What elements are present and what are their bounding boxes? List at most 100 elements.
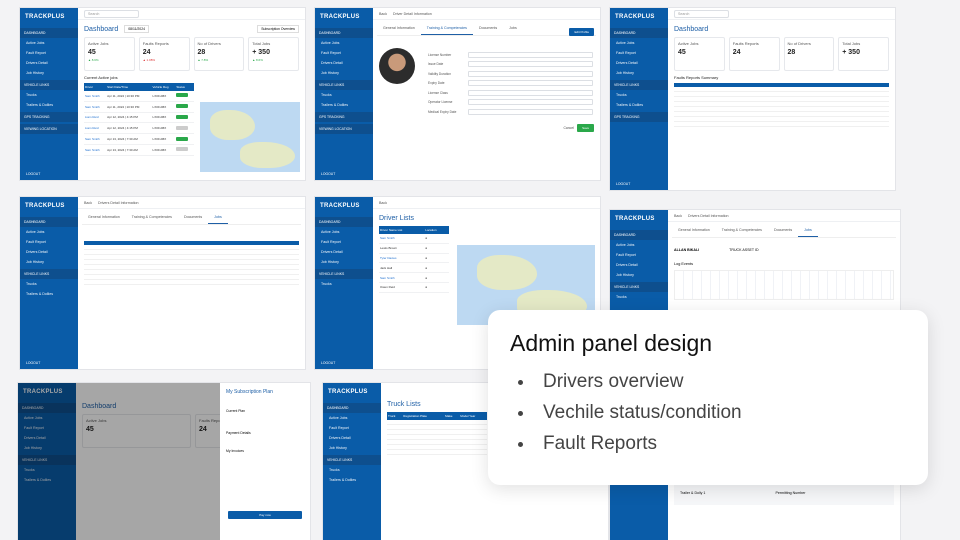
nav-fault-report[interactable]: Fault Report: [315, 48, 373, 58]
nav-fault-report[interactable]: Fault Report: [610, 250, 668, 260]
nav-fault-report[interactable]: Fault Report: [20, 48, 78, 58]
subscription-button[interactable]: Subscription Overview: [257, 24, 299, 33]
tab-training[interactable]: Training & Competencies: [126, 211, 178, 224]
nav-active-jobs[interactable]: Active Jobs: [315, 227, 373, 237]
pay-button[interactable]: Pay now: [228, 511, 302, 519]
nav-dashboard[interactable]: DASHBOARD: [610, 28, 668, 38]
cell[interactable]: Sam Smith: [84, 133, 107, 145]
nav-gps[interactable]: GPS TRACKING: [20, 112, 78, 122]
nav-job-history[interactable]: Job History: [610, 270, 668, 280]
back-link[interactable]: Back: [674, 214, 682, 218]
validity-field[interactable]: [468, 70, 593, 77]
cell[interactable]: Sam Smith: [379, 234, 425, 244]
nav-drivers-detail[interactable]: Drivers Detail: [315, 247, 373, 257]
nav-drivers-detail[interactable]: Drivers Detail: [20, 247, 78, 257]
cell[interactable]: Liam Reid: [84, 122, 107, 135]
table-row[interactable]: Tyler Davies ●: [379, 253, 449, 264]
cell[interactable]: Lewis Brown: [379, 243, 425, 254]
nav-trucks[interactable]: Trucks: [315, 279, 373, 289]
nav-trailers[interactable]: Trailers & Dollies: [20, 289, 78, 299]
table-row[interactable]: Jack Hall ●: [379, 262, 449, 274]
search-input[interactable]: Search: [674, 9, 729, 18]
nav-fault-report[interactable]: Fault Report: [323, 423, 381, 433]
nav-vehicle-links[interactable]: VEHICLE LINKS: [315, 80, 373, 90]
tab-general[interactable]: General Information: [377, 22, 421, 35]
nav-dashboard[interactable]: DASHBOARD: [315, 217, 373, 227]
cell[interactable]: Liam Reid: [84, 112, 107, 124]
nav-trailers[interactable]: Trailers & Dollies: [610, 100, 668, 110]
nav-gps[interactable]: GPS TRACKING: [315, 112, 373, 122]
cancel-button[interactable]: Cancel: [563, 126, 574, 130]
nav-trailers[interactable]: Trailers & Dollies: [323, 475, 381, 485]
nav-drivers-detail[interactable]: Drivers Detail: [323, 433, 381, 443]
logout-link[interactable]: LOGOUT: [616, 182, 630, 186]
logout-link[interactable]: LOGOUT: [321, 361, 335, 365]
table-row[interactable]: Lewis Brown ●: [379, 243, 449, 254]
nav-active-jobs[interactable]: Active Jobs: [315, 38, 373, 48]
nav-viewing-location[interactable]: VIEWING LOCATION: [20, 124, 78, 134]
nav-vehicle-links[interactable]: VEHICLE LINKS: [20, 80, 78, 90]
table-row[interactable]: Sam Smith ●: [379, 234, 449, 244]
nav-active-jobs[interactable]: Active Jobs: [20, 38, 78, 48]
nav-job-history[interactable]: Job History: [610, 68, 668, 78]
back-link[interactable]: Back: [84, 201, 92, 205]
nav-viewing-location[interactable]: VIEWING LOCATION: [315, 124, 373, 134]
nav-active-jobs[interactable]: Active Jobs: [610, 240, 668, 250]
nav-trucks[interactable]: Trucks: [610, 90, 668, 100]
table-row[interactable]: Liam Reid Apr 12, 2024 | 4:15 PM LX09 ABX: [84, 112, 194, 124]
medical-field[interactable]: [468, 108, 593, 115]
table-row[interactable]: Sam Smith Apr 13, 2024 | 7:30 AM LX09 ABX: [84, 133, 194, 145]
nav-trucks[interactable]: Trucks: [610, 292, 668, 302]
nav-trailers[interactable]: Trailers & Dollies: [315, 100, 373, 110]
cell[interactable]: Sam Smith: [84, 101, 107, 113]
nav-dashboard[interactable]: DASHBOARD: [610, 230, 668, 240]
back-link[interactable]: Back: [379, 12, 387, 16]
table-row[interactable]: Sam Smith Apr 13, 2024 | 7:30 AM LX09 ABX: [84, 144, 194, 156]
save-button[interactable]: Save: [577, 124, 594, 132]
table-row[interactable]: Liam Reid Apr 12, 2024 | 4:15 PM LX09 ABX: [84, 122, 194, 135]
nav-gps[interactable]: GPS TRACKING: [610, 112, 668, 122]
tab-documents[interactable]: Documents: [178, 211, 208, 224]
cell[interactable]: Tyler Davies: [379, 253, 425, 264]
tab-jobs[interactable]: Jobs: [798, 224, 818, 237]
nav-drivers-detail[interactable]: Drivers Detail: [315, 58, 373, 68]
nav-active-jobs[interactable]: Active Jobs: [20, 227, 78, 237]
search-input[interactable]: Search: [84, 9, 139, 18]
cell[interactable]: Sam Smith: [379, 272, 425, 283]
table-row[interactable]: Sam Smith Apr 11, 2024 | 10:30 PM LX09 ABX: [84, 91, 194, 102]
nav-job-history[interactable]: Job History: [315, 68, 373, 78]
nav-dashboard[interactable]: DASHBOARD: [323, 403, 381, 413]
logout-link[interactable]: LOGOUT: [26, 361, 40, 365]
logout-link[interactable]: LOGOUT: [26, 172, 40, 176]
expiry-field[interactable]: [468, 80, 593, 86]
nav-drivers-detail[interactable]: Drivers Detail: [610, 58, 668, 68]
table-row[interactable]: Sam Smith Apr 11, 2024 | 10:30 PM LX09 ABX: [84, 101, 194, 113]
date-picker[interactable]: 08/11/2024: [124, 24, 149, 33]
nav-trucks[interactable]: Trucks: [315, 90, 373, 100]
nav-trucks[interactable]: Trucks: [20, 90, 78, 100]
nav-fault-report[interactable]: Fault Report: [20, 237, 78, 247]
tab-documents[interactable]: Documents: [768, 224, 798, 237]
nav-dashboard[interactable]: DASHBOARD: [315, 28, 373, 38]
back-link[interactable]: Back: [379, 201, 387, 205]
operator-field[interactable]: [468, 99, 593, 105]
nav-job-history[interactable]: Job History: [315, 257, 373, 267]
nav-vehicle-links[interactable]: VEHICLE LINKS: [315, 269, 373, 279]
nav-drivers-detail[interactable]: Drivers Detail: [20, 58, 78, 68]
issue-date-field[interactable]: [468, 61, 593, 67]
nav-drivers-detail[interactable]: Drivers Detail: [610, 260, 668, 270]
nav-dashboard[interactable]: DASHBOARD: [20, 28, 78, 38]
nav-trailers[interactable]: Trailers & Dollies: [20, 100, 78, 110]
tab-jobs[interactable]: Jobs: [208, 211, 228, 224]
cell[interactable]: Jack Hall: [379, 262, 425, 274]
tab-training[interactable]: Training & Competencies: [716, 224, 768, 237]
nav-dashboard[interactable]: DASHBOARD: [20, 217, 78, 227]
class-field[interactable]: [468, 89, 593, 96]
nav-fault-report[interactable]: Fault Report: [610, 48, 668, 58]
cell[interactable]: Sam Smith: [84, 144, 107, 156]
nav-job-history[interactable]: Job History: [20, 257, 78, 267]
table-row[interactable]: Owen Reid ●: [379, 282, 449, 293]
table-row[interactable]: Sam Smith ●: [379, 272, 449, 283]
nav-job-history[interactable]: Job History: [323, 443, 381, 453]
logout-link[interactable]: LOGOUT: [321, 172, 335, 176]
